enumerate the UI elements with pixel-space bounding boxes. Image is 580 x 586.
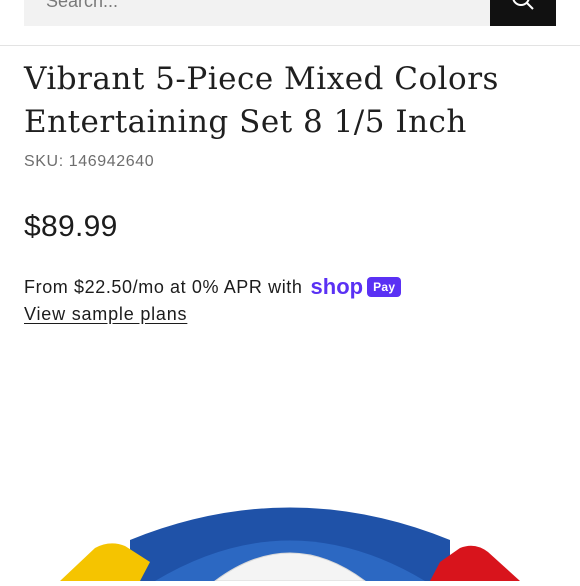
search-bar [24, 0, 490, 26]
financing-text: From $22.50/mo at 0% APR with [24, 276, 303, 297]
header-divider [0, 45, 580, 46]
product-sku: SKU: 146942640 [24, 153, 155, 170]
financing-info: From $22.50/mo at 0% APR with shop Pay [24, 274, 402, 300]
search-button[interactable] [490, 0, 556, 26]
product-price: $89.99 [24, 210, 118, 243]
product-title: Vibrant 5-Piece Mixed Colors Entertainin… [24, 61, 499, 140]
view-sample-plans-link[interactable]: View sample plans [24, 304, 187, 325]
shop-pay-badge: Pay [367, 277, 402, 297]
search-icon [510, 0, 536, 21]
shop-pay-logo-word: shop [310, 274, 364, 299]
search-input[interactable] [44, 0, 470, 13]
product-image[interactable] [0, 480, 580, 582]
